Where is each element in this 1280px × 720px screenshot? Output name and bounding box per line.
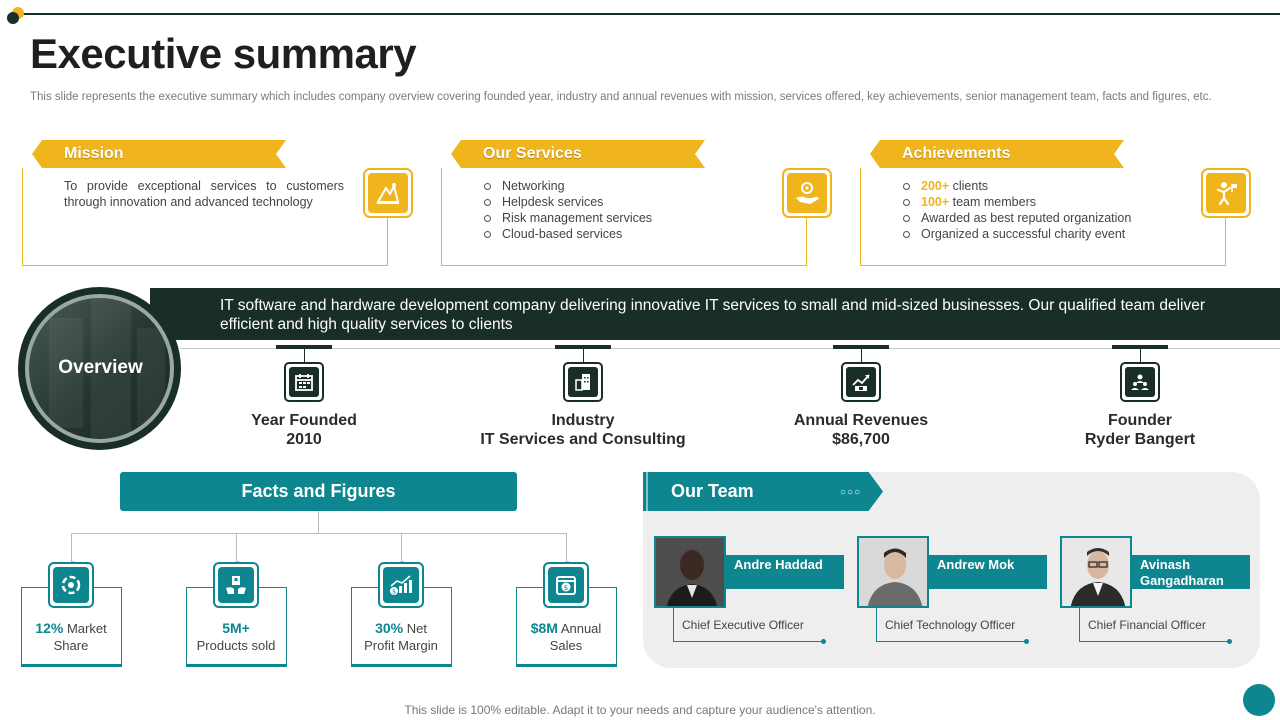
founder-icon (1120, 362, 1160, 402)
list-item: Cloud-based services (483, 226, 652, 242)
svg-text:$: $ (564, 584, 568, 592)
list-item: 200+ clients (902, 178, 1131, 194)
fact-annual-revenues: Annual Revenues $86,700 (731, 345, 991, 449)
connector-line (71, 533, 567, 534)
overview-label: Overview (58, 357, 143, 378)
dollar-calendar-icon: $ (543, 562, 589, 608)
page-description: This slide represents the executive summ… (30, 91, 1212, 103)
fact-label: Industry (551, 412, 615, 429)
fact-founder: Founder Ryder Bangert (1010, 345, 1270, 449)
connector-line (318, 511, 319, 533)
achievements-heading: Achievements (902, 145, 1011, 162)
pie-chart-icon (48, 562, 94, 608)
fact-market-share: 12% Market Share (35, 620, 107, 653)
fact-label: Founder (1108, 412, 1172, 429)
list-item: Helpdesk services (483, 194, 652, 210)
services-banner: Our Services (451, 140, 705, 168)
fact-value: Ryder Bangert (1084, 431, 1196, 448)
revenue-icon (841, 362, 881, 402)
fact-products-sold: 5M+ Products sold (196, 620, 276, 653)
decor-dot (7, 12, 19, 24)
calendar-icon (284, 362, 324, 402)
services-hand-icon (782, 168, 832, 218)
list-item: 100+ team members (902, 194, 1131, 210)
header-divider (22, 13, 1280, 15)
fact-value: IT Services and Consulting (480, 431, 686, 448)
fact-value: 2010 (286, 431, 322, 448)
team-member-name: Andre Haddad (726, 555, 844, 589)
list-item: Awarded as best reputed organization (902, 210, 1131, 226)
connector-line (68, 533, 77, 570)
product-hand-icon (213, 562, 259, 608)
achievement-icon (1201, 168, 1251, 218)
achievements-list: 200+ clients 100+ team members Awarded a… (902, 178, 1131, 242)
list-item: Organized a successful charity event (902, 226, 1131, 242)
mission-banner: Mission (32, 140, 286, 168)
svg-text:$: $ (392, 589, 396, 596)
team-member-name: Andrew Mok (929, 555, 1047, 589)
avatar (1060, 536, 1132, 608)
building-icon (563, 362, 603, 402)
fact-value: $86,700 (832, 431, 890, 448)
connector-line (563, 533, 572, 570)
decor-circle (1243, 684, 1275, 716)
avatar (654, 536, 726, 608)
achievements-banner: Achievements (870, 140, 1124, 168)
footer-note: This slide is 100% editable. Adapt it to… (404, 703, 876, 717)
team-member-name: Avinash Gangadharan (1132, 555, 1250, 589)
profit-chart-icon: $ (378, 562, 424, 608)
team-member-role: Chief Executive Officer (682, 618, 804, 632)
team-heading: Our Team (671, 481, 754, 501)
mission-text: To provide exceptional services to custo… (64, 179, 344, 209)
fact-label: Annual Revenues (793, 412, 929, 429)
list-item: Networking (483, 178, 652, 194)
mission-heading: Mission (64, 145, 124, 162)
page-title: Executive summary (30, 30, 417, 77)
fact-profit-margin: 30% Net Profit Margin (364, 620, 438, 653)
mission-icon (363, 168, 413, 218)
overview-text: IT software and hardware development com… (220, 297, 1206, 333)
services-heading: Our Services (483, 145, 582, 162)
avatar (857, 536, 929, 608)
fact-industry: Industry IT Services and Consulting (453, 345, 713, 449)
fact-label: Year Founded (251, 412, 357, 429)
fact-year-founded: Year Founded 2010 (174, 345, 434, 449)
team-member-role: Chief Financial Officer (1088, 618, 1206, 632)
fact-annual-sales: $8M Annual Sales (530, 620, 602, 653)
connector-line (233, 533, 242, 570)
connector-line (398, 533, 407, 570)
team-member-role: Chief Technology Officer (885, 618, 1016, 632)
list-item: Risk management services (483, 210, 652, 226)
services-list: Networking Helpdesk services Risk manage… (483, 178, 652, 242)
ellipsis-icon: ○○○ (840, 487, 862, 498)
facts-figures-heading: Facts and Figures (120, 472, 517, 511)
